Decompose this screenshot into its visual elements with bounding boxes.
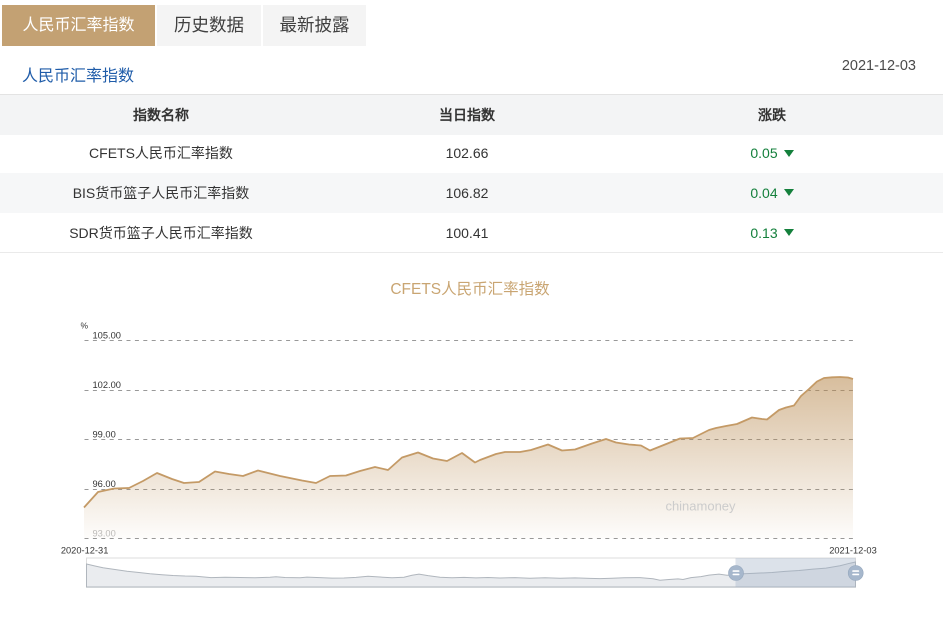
svg-text:2020-12-31: 2020-12-31 [61, 545, 109, 555]
svg-text:chinamoney: chinamoney [665, 498, 736, 513]
svg-text:2021-12-03: 2021-12-03 [829, 545, 877, 555]
svg-text:102.00: 102.00 [93, 380, 121, 390]
svg-text:105.00: 105.00 [93, 331, 121, 341]
svg-text:96.00: 96.00 [93, 479, 116, 489]
svg-text:99.00: 99.00 [93, 430, 116, 440]
svg-text:%: % [81, 320, 89, 330]
